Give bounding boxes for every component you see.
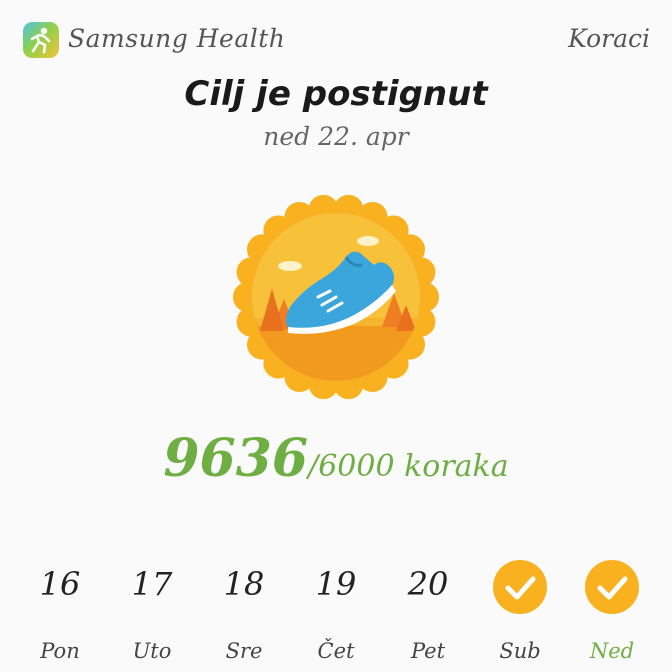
steps-value: 9636 <box>163 428 309 489</box>
check-icon <box>493 560 547 614</box>
day-label: Sre <box>225 639 263 663</box>
day-mon[interactable]: 16 Pon <box>14 555 106 672</box>
day-number: 20 <box>407 565 449 603</box>
check-icon <box>585 560 639 614</box>
top-bar: Samsung Health Koraci <box>0 0 672 80</box>
steps-target: /6000 koraka <box>308 449 509 484</box>
day-sat[interactable]: Sub <box>474 555 566 672</box>
section-title: Koraci <box>568 24 650 53</box>
app-name: Samsung Health <box>68 24 286 53</box>
day-label: Ned <box>589 639 635 663</box>
running-shoe-badge-icon <box>232 193 440 401</box>
day-number: 18 <box>223 565 265 603</box>
day-label: Sub <box>499 639 541 663</box>
day-number: 19 <box>315 565 357 603</box>
day-label: Pon <box>40 639 80 663</box>
day-number: 16 <box>39 565 81 603</box>
step-count: 9636/6000 koraka <box>0 428 672 489</box>
day-thu[interactable]: 19 Čet <box>290 555 382 672</box>
day-sun[interactable]: Ned <box>566 555 658 672</box>
week-strip: 16 Pon 17 Uto 18 Sre 19 Čet 20 Pet Sub N… <box>0 555 672 672</box>
day-tue[interactable]: 17 Uto <box>106 555 198 672</box>
day-label: Pet <box>410 639 446 663</box>
samsung-health-logo-icon <box>23 22 59 58</box>
goal-date: ned 22. apr <box>263 122 409 151</box>
goal-title: Cilj je postignut <box>184 74 488 114</box>
day-fri[interactable]: 20 Pet <box>382 555 474 672</box>
day-label: Uto <box>132 639 172 663</box>
day-wed[interactable]: 18 Sre <box>198 555 290 672</box>
day-label: Čet <box>317 639 355 663</box>
day-number: 17 <box>131 565 173 603</box>
